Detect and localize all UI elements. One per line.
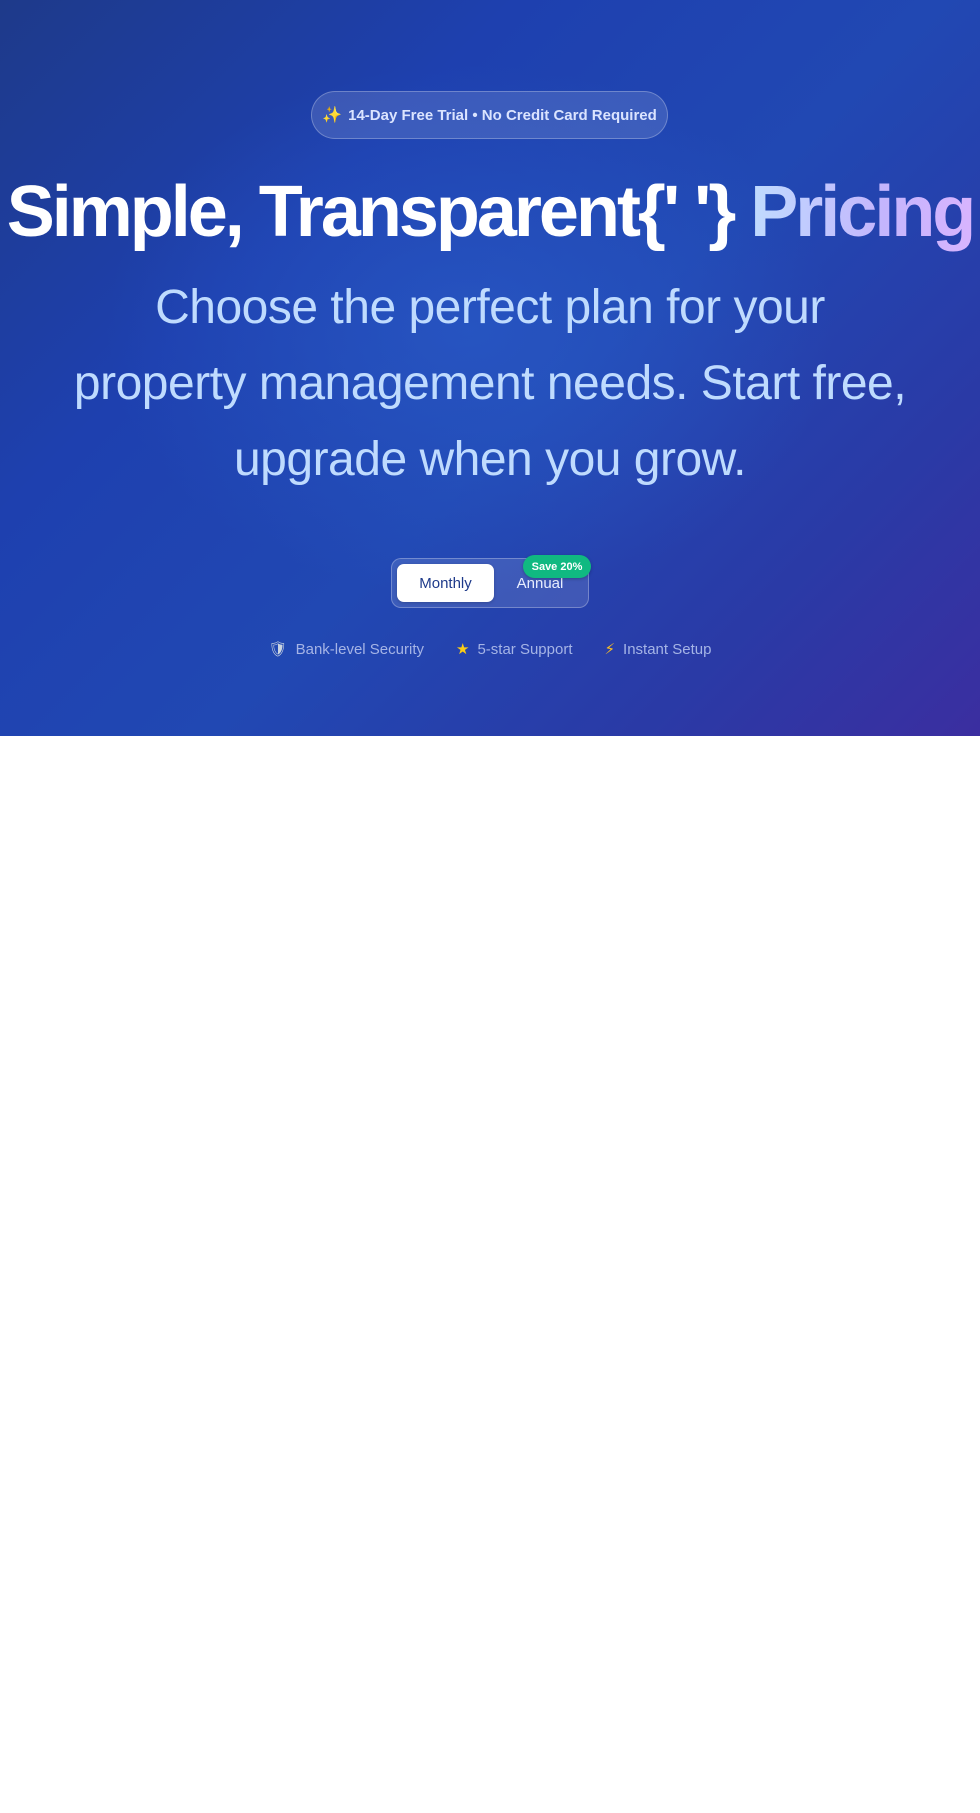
page-title-main: Simple, Transparent{' '} bbox=[6, 172, 737, 252]
sparkles-icon: ✨ bbox=[322, 107, 343, 124]
trust-item-security: 🛡 Bank-level Security bbox=[269, 641, 424, 658]
free-trial-badge: ✨ 14-Day Free Trial • No Credit Card Req… bbox=[311, 91, 668, 139]
trust-item-security-label: Bank-level Security bbox=[295, 640, 424, 658]
trust-indicators: 🛡 Bank-level Security ★ 5-star Support ⚡… bbox=[0, 636, 980, 662]
star-icon: ★ bbox=[455, 640, 470, 658]
trust-item-support: ★ 5-star Support bbox=[456, 641, 573, 658]
lightning-icon: ⚡ bbox=[604, 640, 616, 658]
trust-item-setup: ⚡ Instant Setup bbox=[604, 641, 711, 658]
page-title: Simple, Transparent{' '} Pricing bbox=[0, 168, 980, 256]
page-subtitle: Choose the perfect plan for your propert… bbox=[73, 281, 907, 486]
shield-icon: 🛡 bbox=[268, 640, 288, 658]
free-trial-badge-text: 14-Day Free Trial • No Credit Card Requi… bbox=[348, 106, 657, 124]
pricing-hero: ✨ 14-Day Free Trial • No Credit Card Req… bbox=[0, 0, 980, 736]
monthly-billing-option[interactable]: Monthly bbox=[397, 564, 494, 602]
page-title-accent: Pricing bbox=[750, 172, 976, 252]
trust-item-support-label: 5-star Support bbox=[477, 640, 573, 658]
save-discount-badge: Save 20% bbox=[523, 555, 591, 578]
trust-item-setup-label: Instant Setup bbox=[623, 640, 712, 658]
